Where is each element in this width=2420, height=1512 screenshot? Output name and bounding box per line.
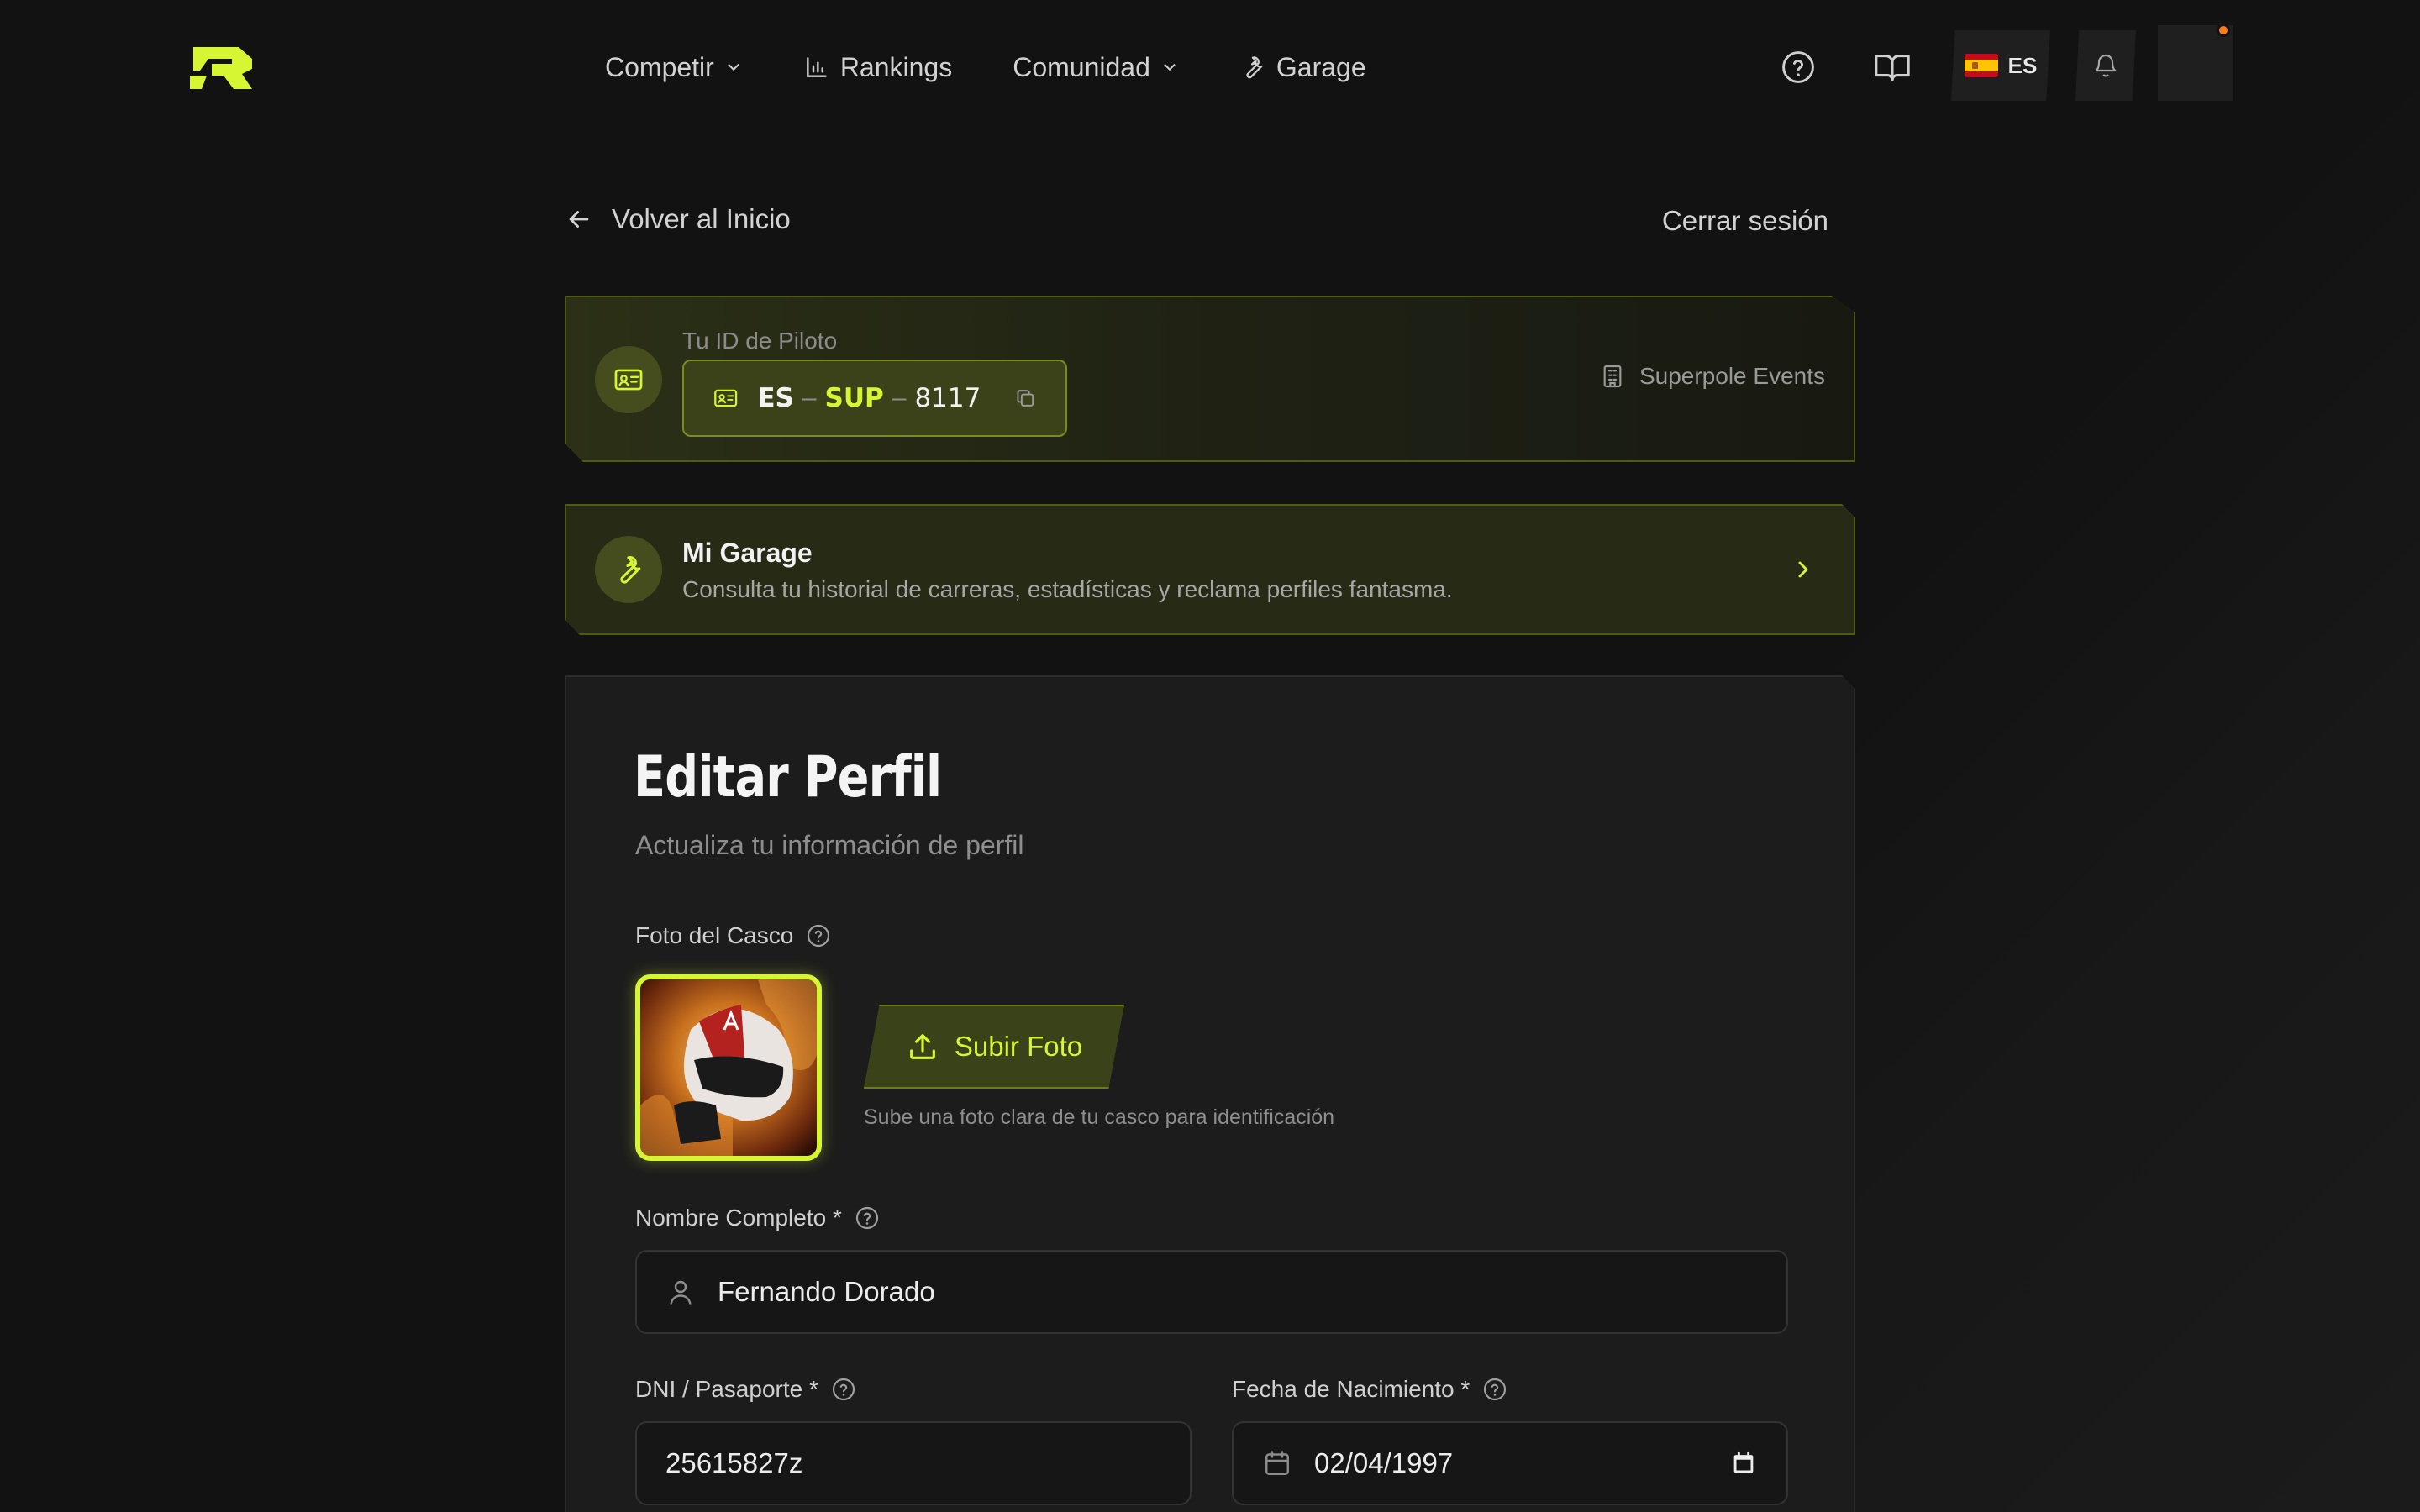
nav-rankings-label: Rankings (839, 51, 953, 82)
nav-competir-label: Competir (605, 51, 714, 82)
id-card-icon (714, 389, 738, 407)
back-to-home-link[interactable]: Volver al Inicio (565, 203, 791, 235)
copy-icon[interactable] (1014, 384, 1037, 412)
logout-link[interactable]: Cerrar sesión (1662, 205, 1828, 237)
bar-chart-icon (806, 57, 827, 77)
brand-logo[interactable] (190, 45, 254, 91)
form-title: Editar Perfil (634, 744, 942, 811)
book-open-icon (1875, 55, 1910, 81)
spain-flag-icon (1964, 54, 1998, 77)
full-name-label-text: Nombre Completo * (635, 1205, 842, 1231)
help-circle-icon[interactable] (830, 1376, 857, 1403)
dni-label-text: DNI / Pasaporte * (635, 1376, 818, 1402)
helmet-photo-label-text: Foto del Casco (635, 922, 794, 948)
nav-comunidad[interactable]: Comunidad (1013, 52, 1179, 83)
main-nav: Competir Rankings Comunidad Garage (605, 42, 1427, 92)
pilot-id-number: 8117 (914, 383, 981, 413)
wrench-icon (1246, 56, 1263, 79)
user-icon (670, 1280, 692, 1305)
top-navigation: Competir Rankings Comunidad Garage ES (0, 0, 2420, 134)
organization-name: Superpole Events (1639, 363, 1825, 389)
upload-icon (909, 1034, 935, 1059)
pilot-id-separator: – (802, 384, 817, 412)
nav-rankings[interactable]: Rankings (803, 52, 952, 83)
calendar-icon (1265, 1451, 1289, 1475)
full-name-value: Fernando Dorado (718, 1276, 935, 1307)
id-card-badge (595, 346, 662, 413)
pilot-id-country: ES (757, 383, 794, 413)
back-label: Volver al Inicio (612, 203, 791, 234)
helmet-photo-label: Foto del Casco (635, 922, 832, 949)
garage-subtitle: Consulta tu historial de carreras, estad… (682, 576, 1453, 602)
help-circle-icon[interactable] (854, 1205, 881, 1231)
upload-photo-label: Subir Foto (954, 1031, 1083, 1062)
pilot-id-code: SUP (824, 383, 884, 413)
edit-profile-form: Editar Perfil Actualiza tu información d… (565, 675, 1855, 1512)
helmet-photo[interactable] (635, 974, 822, 1161)
full-name-label: Nombre Completo * (635, 1205, 881, 1231)
dni-value: 25615827z (666, 1447, 803, 1478)
garage-title: Mi Garage (682, 538, 813, 568)
pilot-id-label: Tu ID de Piloto (682, 328, 838, 354)
garage-badge (595, 536, 662, 603)
dni-label: DNI / Pasaporte * (635, 1376, 857, 1403)
help-circle-icon (1782, 51, 1814, 83)
nav-competir[interactable]: Competir (605, 52, 743, 83)
birth-date-label: Fecha de Nacimiento * (1232, 1376, 1508, 1403)
nav-garage-label: Garage (1276, 51, 1366, 82)
nav-comunidad-label: Comunidad (1013, 51, 1150, 82)
id-card-icon (614, 369, 643, 391)
pilot-id-value: ES – SUP – 8117 (682, 360, 1067, 437)
chevron-down-icon (728, 64, 739, 71)
notifications-button[interactable] (2075, 30, 2136, 101)
birth-date-label-text: Fecha de Nacimiento * (1232, 1376, 1470, 1402)
organization: Superpole Events (1599, 363, 1825, 390)
my-garage-card[interactable]: Mi Garage Consulta tu historial de carre… (565, 504, 1855, 635)
dni-input[interactable]: 25615827z (635, 1421, 1192, 1505)
pilot-id-separator: – (892, 384, 907, 412)
language-selector[interactable]: ES (1951, 30, 2050, 101)
nav-garage[interactable]: Garage (1239, 52, 1366, 83)
wrench-icon (620, 556, 641, 584)
birth-date-input[interactable]: 02/04/1997 (1232, 1421, 1788, 1505)
bell-icon (2095, 55, 2117, 77)
chevron-down-icon (1164, 64, 1176, 71)
arrow-left-icon (569, 211, 589, 228)
birth-date-value: 02/04/1997 (1314, 1447, 1454, 1478)
date-picker-icon[interactable] (1729, 1449, 1758, 1478)
upload-photo-button[interactable]: Subir Foto (864, 1005, 1124, 1089)
notification-dot (2217, 24, 2230, 37)
building-icon (1603, 365, 1622, 388)
form-subtitle: Actualiza tu información de perfil (635, 830, 1024, 860)
docs-button[interactable] (1870, 45, 1914, 89)
helmet-image (640, 979, 817, 1156)
help-circle-icon[interactable] (805, 922, 832, 949)
full-name-input[interactable]: Fernando Dorado (635, 1250, 1788, 1334)
chevron-right-icon (1798, 561, 1808, 578)
help-circle-icon[interactable] (1481, 1376, 1508, 1403)
upload-hint: Sube una foto clara de tu casco para ide… (864, 1105, 1335, 1129)
help-button[interactable] (1776, 45, 1820, 89)
pilot-id-card: Tu ID de Piloto ES – SUP – 8117 Superpol… (565, 296, 1855, 462)
language-code: ES (2007, 52, 2038, 78)
